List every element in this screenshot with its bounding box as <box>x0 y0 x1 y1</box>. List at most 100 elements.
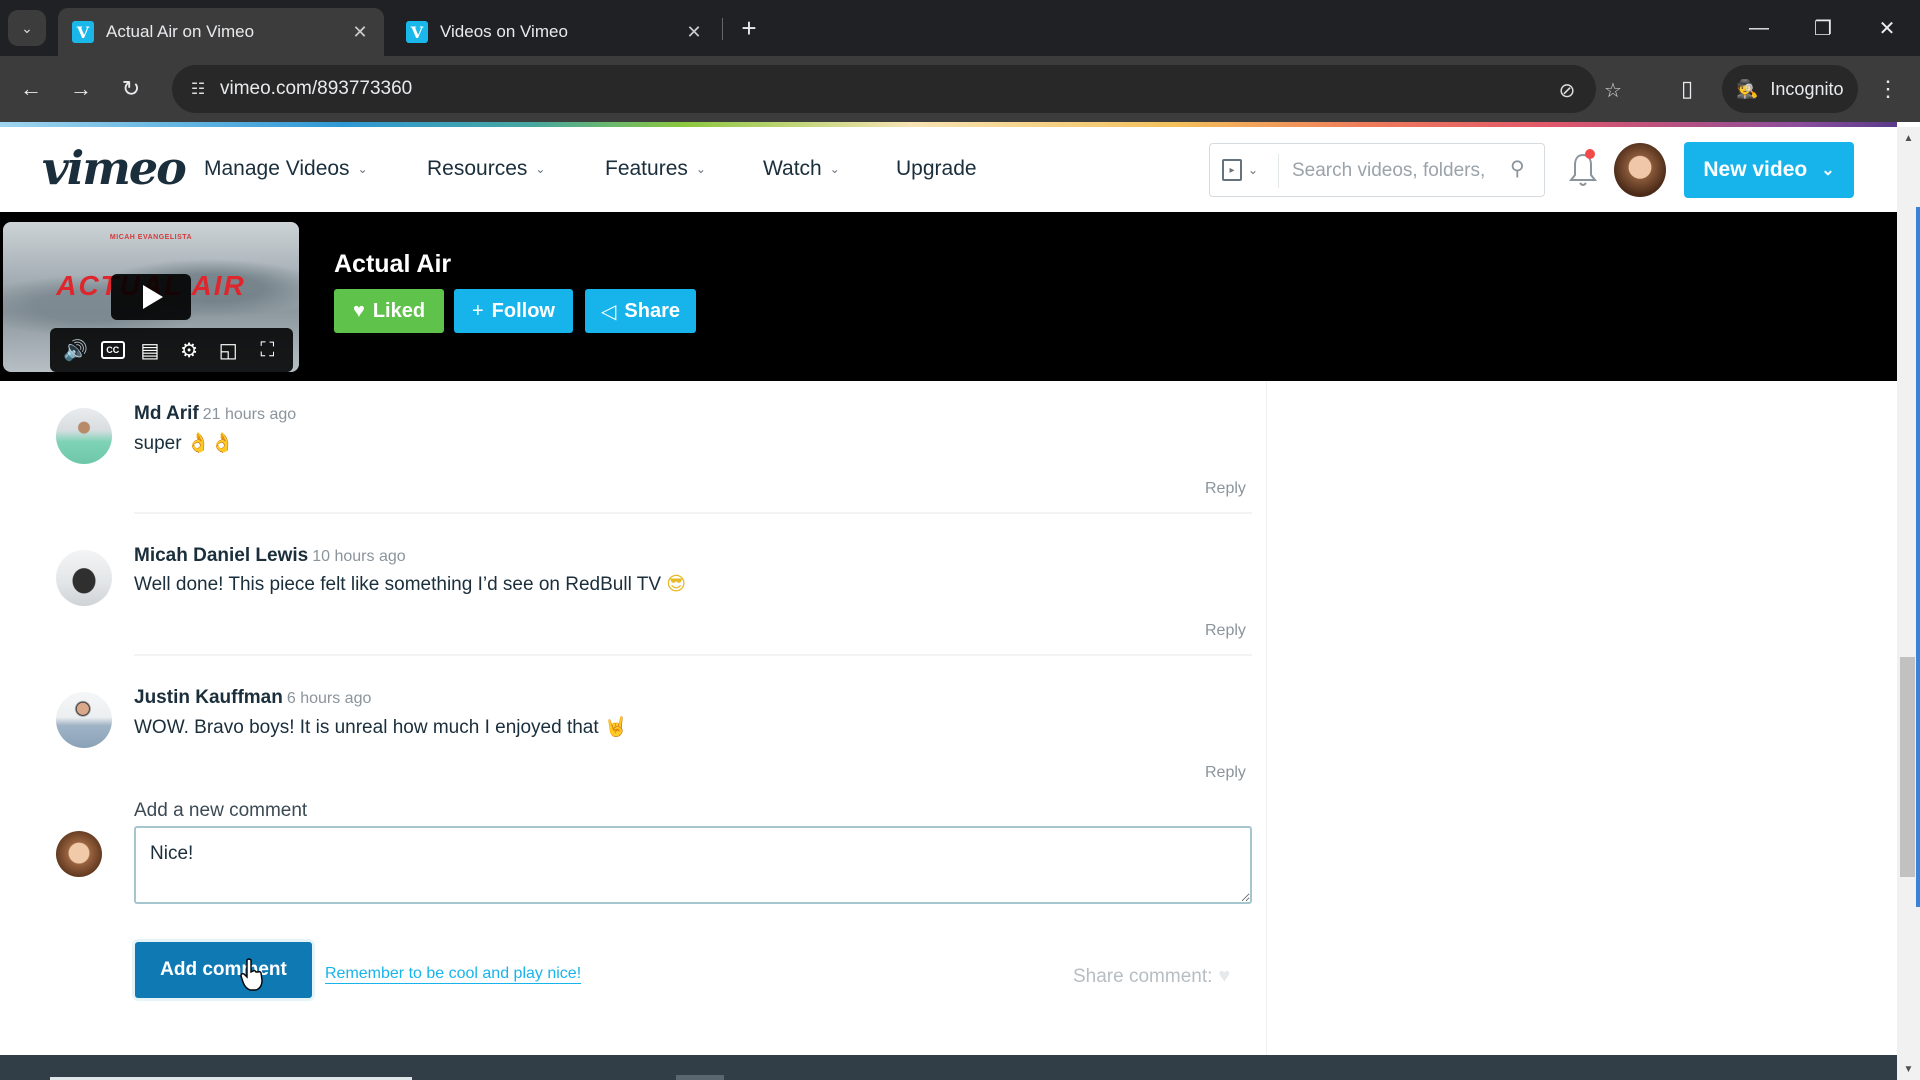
commenter-avatar[interactable] <box>56 550 112 606</box>
transcript-icon[interactable]: ▤ <box>136 336 164 364</box>
column-divider <box>1266 381 1267 1055</box>
close-window-button[interactable]: ✕ <box>1862 10 1912 46</box>
author-name: Micah Daniel Lewis <box>134 545 309 566</box>
user-avatar[interactable] <box>1614 143 1666 197</box>
share-comment-icon[interactable]: ♥ <box>1218 965 1230 988</box>
side-panel-icon[interactable]: ▯ <box>1670 72 1704 106</box>
player-controls: 🔊 CC ▤ ⚙ ◱ ⛶ <box>50 328 293 372</box>
tab-title: Videos on Vimeo <box>440 22 568 41</box>
vimeo-header: vimeo Manage Videos ⌄ Resources ⌄ Featur… <box>0 127 1897 212</box>
play-button[interactable] <box>111 274 191 320</box>
comment-time: 10 hours ago <box>312 548 406 565</box>
liked-button[interactable]: ♥ Liked <box>334 289 444 333</box>
tab-title: Actual Air on Vimeo <box>106 22 255 41</box>
tab-close-icon[interactable]: ✕ <box>684 22 704 43</box>
comment-author[interactable]: Md Arif 21 hours ago <box>134 403 296 425</box>
restore-button[interactable]: ❐ <box>1798 10 1848 46</box>
url-text[interactable]: vimeo.com/893773360 <box>220 78 412 100</box>
incognito-icon: 🕵 <box>1736 78 1759 99</box>
follow-button[interactable]: + Follow <box>454 289 573 333</box>
incognito-indicator[interactable]: 🕵 Incognito <box>1722 65 1858 113</box>
back-button[interactable]: ← <box>14 72 48 106</box>
commenter-avatar[interactable] <box>56 408 112 464</box>
nav-label: Resources <box>427 157 528 180</box>
comment-text: super 👌👌 <box>134 431 234 455</box>
video-type-icon: ▸ <box>1222 159 1242 181</box>
comment-time: 6 hours ago <box>286 690 372 707</box>
play-icon <box>143 285 163 309</box>
author-name: Justin Kauffman <box>134 687 283 708</box>
search-icon[interactable]: ⚲ <box>1510 156 1525 181</box>
chevron-down-icon: ⌄ <box>1248 163 1259 177</box>
nav-label: Watch <box>763 157 822 180</box>
chevron-down-icon: ⌄ <box>695 162 706 176</box>
nav-features[interactable]: Features ⌄ <box>605 157 706 181</box>
comment-text: Well done! This piece felt like somethin… <box>134 573 686 596</box>
site-info-icon[interactable]: ☷ <box>186 77 210 101</box>
new-tab-button[interactable]: + <box>733 12 765 44</box>
scroll-up-arrow-icon[interactable]: ▲ <box>1897 129 1920 147</box>
chevron-down-icon: ⌄ <box>1821 162 1835 179</box>
captions-icon[interactable]: CC <box>100 341 125 359</box>
comment-divider <box>134 654 1252 656</box>
sunglasses-emoji-icon: 😎 <box>666 573 687 595</box>
tab-actual-air[interactable]: V Actual Air on Vimeo ✕ <box>58 8 384 56</box>
share-icon: ◁ <box>601 300 617 323</box>
nav-label: Features <box>605 157 688 180</box>
address-bar[interactable]: ☷ vimeo.com/893773360 ⊘ ☆ <box>172 65 1622 113</box>
tab-close-icon[interactable]: ✕ <box>350 22 370 43</box>
notifications-button[interactable] <box>1568 149 1598 189</box>
share-button[interactable]: ◁ Share <box>585 289 696 333</box>
nav-watch[interactable]: Watch ⌄ <box>763 157 840 181</box>
guidelines-link[interactable]: Remember to be cool and play nice! <box>325 965 582 984</box>
eye-off-icon[interactable]: ⊘ <box>1554 77 1580 103</box>
page-footer <box>0 1055 1897 1080</box>
author-name: Md Arif <box>134 403 199 424</box>
fullscreen-icon[interactable]: ⛶ <box>253 336 281 364</box>
scrollbar-thumb[interactable] <box>1900 657 1915 877</box>
footer-element <box>676 1075 724 1080</box>
liked-label: Liked <box>372 299 426 322</box>
nav-manage-videos[interactable]: Manage Videos ⌄ <box>204 157 368 181</box>
browser-toolbar: ← → ↻ ☷ vimeo.com/893773360 ⊘ ☆ ▯ 🕵 Inco… <box>0 56 1920 122</box>
vimeo-favicon-icon: V <box>406 21 428 43</box>
reply-link[interactable]: Reply <box>1205 764 1246 782</box>
volume-icon[interactable]: 🔊 <box>62 336 90 364</box>
tab-search-button[interactable]: ⌄ <box>8 10 46 46</box>
chevron-down-icon: ⌄ <box>21 19 33 36</box>
settings-icon[interactable]: ⚙ <box>175 336 203 364</box>
comment-textarea[interactable] <box>134 826 1252 904</box>
page-scrollbar[interactable]: ▲ ▼ <box>1897 127 1920 1080</box>
vimeo-favicon-icon: V <box>72 21 94 43</box>
reply-link[interactable]: Reply <box>1205 622 1246 640</box>
tab-videos-on-vimeo[interactable]: V Videos on Vimeo ✕ <box>392 8 718 56</box>
vimeo-logo[interactable]: vimeo <box>42 141 187 195</box>
mini-video-player[interactable]: MICAH EVANGELISTA ACTUAL AIR 🔊 CC ▤ ⚙ ◱ … <box>3 222 299 372</box>
add-comment-button[interactable]: Add comment <box>135 942 312 998</box>
comment-author[interactable]: Micah Daniel Lewis 10 hours ago <box>134 545 406 567</box>
reply-link[interactable]: Reply <box>1205 480 1246 498</box>
nav-upgrade[interactable]: Upgrade <box>896 157 977 181</box>
video-title: Actual Air <box>334 250 452 278</box>
commenter-avatar[interactable] <box>56 692 112 748</box>
nav-resources[interactable]: Resources ⌄ <box>427 157 545 181</box>
comment-body: Well done! This piece felt like somethin… <box>134 574 662 595</box>
pip-icon[interactable]: ◱ <box>214 336 242 364</box>
scroll-accent <box>1916 207 1920 907</box>
share-comment-label: Share comment: <box>1073 965 1213 987</box>
add-comment-label: Add a new comment <box>134 800 308 821</box>
minimize-button[interactable]: — <box>1734 10 1784 46</box>
scroll-down-arrow-icon[interactable]: ▼ <box>1897 1060 1920 1078</box>
sticky-video-bar: MICAH EVANGELISTA ACTUAL AIR 🔊 CC ▤ ⚙ ◱ … <box>0 212 1897 381</box>
comment-body: WOW. Bravo boys! It is unreal how much I… <box>134 717 599 738</box>
comment-author[interactable]: Justin Kauffman 6 hours ago <box>134 687 371 709</box>
bookmark-star-icon[interactable]: ☆ <box>1600 77 1626 103</box>
rock-on-emoji-icon: 🤘 <box>603 716 628 738</box>
search-input[interactable] <box>1292 156 1502 186</box>
browser-menu-icon[interactable]: ⋮ <box>1876 72 1900 106</box>
my-avatar <box>56 831 102 877</box>
forward-button[interactable]: → <box>64 72 98 106</box>
search-type-dropdown[interactable]: ▸ ⌄ <box>1222 157 1272 183</box>
new-video-button[interactable]: New video ⌄ <box>1684 142 1854 198</box>
reload-button[interactable]: ↻ <box>114 72 148 106</box>
